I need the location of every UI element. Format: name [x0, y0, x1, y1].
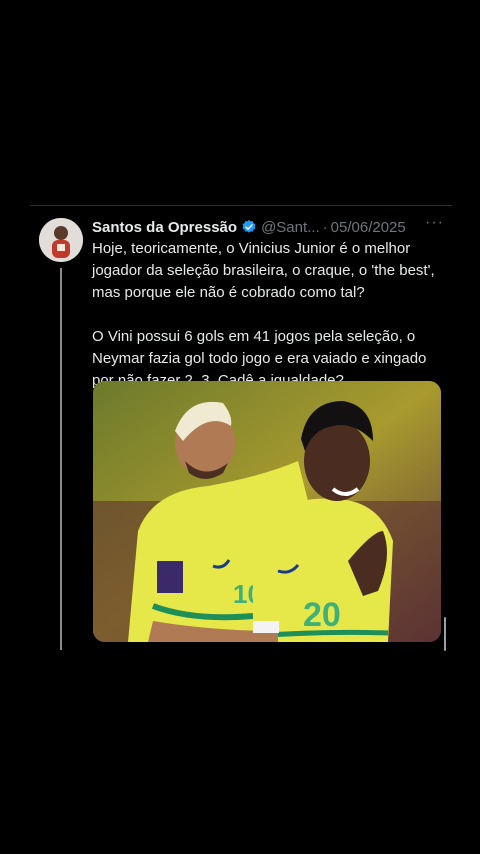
top-divider [30, 205, 452, 206]
thread-line [60, 268, 62, 650]
tweet-text: Hoje, teoricamente, o Vinicius Junior é … [92, 238, 442, 392]
author-name[interactable]: Santos da Opressão [92, 219, 237, 236]
tweet-date[interactable]: 05/06/2025 [331, 219, 406, 236]
tweet-header: Santos da Opressão @Sant... · 05/06/2025… [92, 214, 444, 238]
scrollbar-thumb[interactable] [444, 617, 446, 651]
avatar[interactable] [39, 218, 83, 262]
tweet-paragraph-1: Hoje, teoricamente, o Vinicius Junior é … [92, 240, 435, 301]
more-options-icon[interactable]: ··· [425, 214, 444, 232]
tweet-media-image[interactable]: 10 20 [93, 381, 441, 642]
verified-badge-icon [242, 220, 256, 233]
right-jersey-number: 20 [303, 596, 341, 634]
football-players-photo: 10 20 [93, 381, 441, 642]
avatar-image [39, 218, 83, 262]
header-separator: · [322, 218, 328, 236]
author-handle[interactable]: @Sant... [261, 219, 320, 236]
